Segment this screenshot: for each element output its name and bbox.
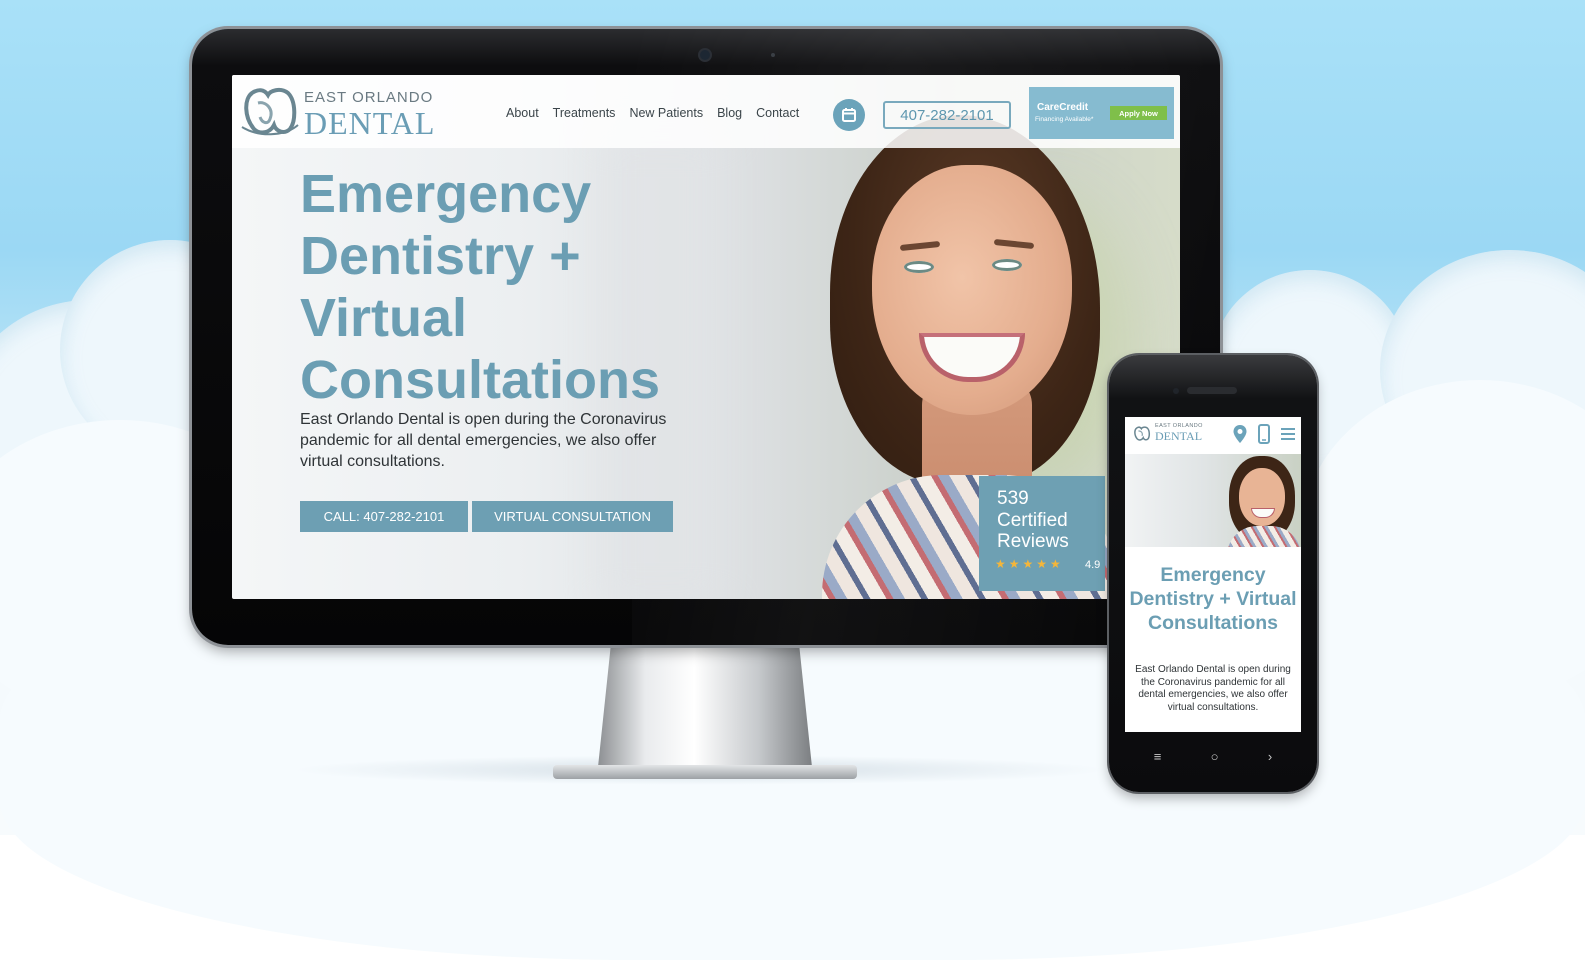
- carecredit-banner[interactable]: CareCredit Financing Available* Apply No…: [1029, 87, 1174, 139]
- front-camera-icon: [1173, 388, 1179, 394]
- carecredit-name: CareCredit: [1037, 102, 1089, 113]
- monitor-stand-base: [553, 765, 857, 779]
- nav-about[interactable]: About: [506, 106, 539, 120]
- reviews-count: 539: [997, 488, 1029, 509]
- calendar-icon: [842, 108, 856, 122]
- mobile-hero-title: Emergency Dentistry + Virtual Consultati…: [1129, 564, 1297, 634]
- hamburger-menu-icon[interactable]: [1280, 424, 1296, 444]
- nav-contact[interactable]: Contact: [756, 106, 799, 120]
- reviews-badge[interactable]: 539 Certified Reviews ★★★★★ 4.9: [979, 476, 1105, 591]
- calendar-button[interactable]: [833, 99, 865, 131]
- webcam-icon: [700, 50, 710, 60]
- nav-treatments[interactable]: Treatments: [553, 106, 616, 120]
- monitor-stand: [598, 645, 812, 767]
- call-button[interactable]: CALL: 407-282-2101: [300, 501, 468, 532]
- nav-new-patients[interactable]: New Patients: [629, 106, 703, 120]
- star-rating-icon: ★★★★★: [995, 557, 1064, 571]
- logo-text-main[interactable]: DENTAL: [304, 105, 435, 142]
- mobile-screen: EAST ORLANDO DENTAL Emergency Dentistry: [1125, 417, 1301, 732]
- phone-speaker: [1187, 387, 1237, 394]
- mobile-phone-icon[interactable]: [1256, 424, 1272, 444]
- mobile-hero-lead: East Orlando Dental is open during the C…: [1135, 664, 1291, 713]
- virtual-consultation-button[interactable]: VIRTUAL CONSULTATION: [472, 501, 673, 532]
- tooth-logo-icon[interactable]: [1133, 425, 1151, 442]
- hero-lead: East Orlando Dental is open during the C…: [300, 411, 667, 470]
- mobile-hero-photo: [1125, 454, 1301, 547]
- location-pin-icon[interactable]: [1232, 424, 1248, 444]
- hero-title: Emergency Dentistry + Virtual Consultati…: [300, 164, 660, 410]
- reviews-label: Certified Reviews: [997, 510, 1069, 552]
- reviews-rating: 4.9: [1085, 559, 1101, 571]
- carecredit-sub: Financing Available*: [1035, 116, 1094, 123]
- hero-photo-eye: [904, 261, 934, 273]
- logo-text-top[interactable]: EAST ORLANDO: [304, 89, 433, 106]
- desktop-screen: EAST ORLANDO DENTAL About Treatments New…: [232, 75, 1180, 599]
- menu-icon[interactable]: ≡: [1154, 749, 1162, 764]
- phone-number-button[interactable]: 407-282-2101: [883, 101, 1011, 129]
- apply-now-button[interactable]: Apply Now: [1110, 106, 1167, 120]
- mobile-header: EAST ORLANDO DENTAL: [1125, 417, 1301, 454]
- mobile-logo-text-main[interactable]: DENTAL: [1155, 429, 1202, 444]
- android-nav-bar: ≡ ○ ›: [1109, 749, 1317, 764]
- home-icon[interactable]: ○: [1211, 749, 1219, 764]
- back-chevron-icon[interactable]: ›: [1268, 749, 1272, 764]
- main-nav: About Treatments New Patients Blog Conta…: [506, 106, 799, 120]
- tooth-logo-icon[interactable]: [240, 83, 300, 139]
- nav-blog[interactable]: Blog: [717, 106, 742, 120]
- site-header: EAST ORLANDO DENTAL About Treatments New…: [232, 75, 1180, 148]
- sensor-dot: [771, 53, 775, 57]
- hero-photo-eye: [992, 259, 1022, 271]
- mobile-phone: EAST ORLANDO DENTAL Emergency Dentistry: [1109, 355, 1317, 792]
